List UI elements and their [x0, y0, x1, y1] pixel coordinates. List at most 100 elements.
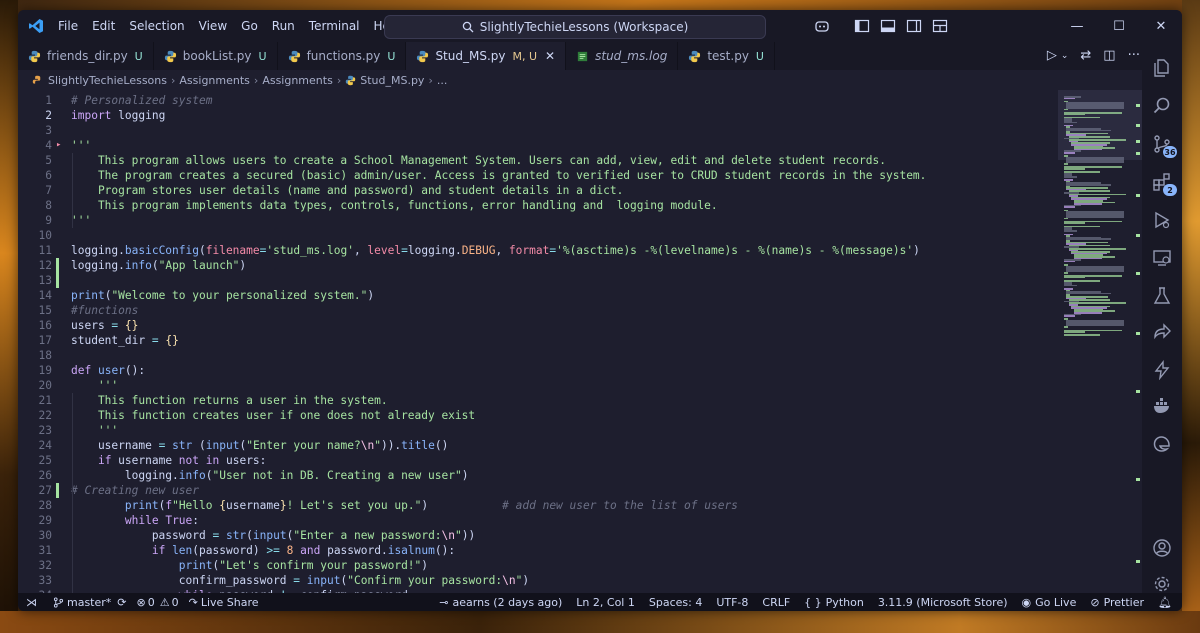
breadcrumb-item[interactable]: ...	[437, 74, 448, 87]
code-line[interactable]: 1 # Personalized system	[18, 93, 1058, 108]
code-line[interactable]: 9 '''	[18, 213, 1058, 228]
code-line[interactable]: 4 ▸ '''	[18, 138, 1058, 153]
breadcrumb-item[interactable]: Stud_MS.py	[360, 74, 424, 87]
prettier-status[interactable]: ⊘ Prettier	[1090, 596, 1144, 609]
run-dropdown-chevron-icon[interactable]: ⌄	[1061, 51, 1069, 63]
settings-gear-icon[interactable]	[1152, 574, 1172, 594]
run-debug-icon[interactable]	[1152, 210, 1172, 230]
code-line[interactable]: 31 if len(password) >= 8 and password.is…	[18, 543, 1058, 558]
code-line[interactable]: 33 confirm_password = input("Confirm you…	[18, 573, 1058, 588]
tab-stud-ms[interactable]: Stud_MS.py M, U ✕	[406, 42, 567, 70]
docker-icon[interactable]	[1152, 396, 1172, 416]
code-line[interactable]: 17 student_dir = {}	[18, 333, 1058, 348]
tab-booklist[interactable]: bookList.py U	[154, 42, 278, 70]
breadcrumb-item[interactable]: Assignments	[179, 74, 250, 87]
code-line[interactable]: 28 print(f"Hello {username}! Let's set y…	[18, 498, 1058, 513]
code-line[interactable]: 30 password = str(input("Enter a new pas…	[18, 528, 1058, 543]
live-share-icon[interactable]	[1152, 322, 1172, 342]
code-line[interactable]: 27 # Creating new user	[18, 483, 1058, 498]
tab-friends-dir[interactable]: friends_dir.py U	[18, 42, 154, 70]
tab-test[interactable]: test.py U	[678, 42, 775, 70]
menu-selection[interactable]: Selection	[129, 19, 184, 33]
code-line[interactable]: 12 logging.info("App launch")	[18, 258, 1058, 273]
code-line[interactable]: 15 #functions	[18, 303, 1058, 318]
go-live[interactable]: ◉ Go Live	[1022, 596, 1077, 609]
code-line[interactable]: 22 This function creates user if one doe…	[18, 408, 1058, 423]
tab-stud-ms-log[interactable]: stud_ms.log	[566, 42, 679, 70]
toggle-primary-sidebar-icon[interactable]	[854, 18, 870, 34]
menu-edit[interactable]: Edit	[92, 19, 115, 33]
code-line[interactable]: 14 print("Welcome to your personalized sy…	[18, 288, 1058, 303]
menu-run[interactable]: Run	[272, 19, 295, 33]
minimize-icon[interactable]: —	[1056, 10, 1098, 42]
code-line[interactable]: 11 logging.basicConfig(filename='stud_ms.…	[18, 243, 1058, 258]
run-python-file-icon[interactable]: ▷	[1047, 48, 1057, 63]
code-line[interactable]: 10	[18, 228, 1058, 243]
encoding[interactable]: UTF-8	[716, 596, 748, 609]
line-number: 8	[45, 199, 52, 212]
code-line[interactable]: 3	[18, 123, 1058, 138]
code-text: print(f"Hello {username}! Let's set you …	[124, 499, 738, 512]
copilot-icon[interactable]	[814, 18, 830, 34]
maximize-icon[interactable]: ☐	[1098, 10, 1140, 42]
indentation[interactable]: Spaces: 4	[649, 596, 702, 609]
edge-devtools-icon[interactable]	[1152, 434, 1172, 454]
live-share-status[interactable]: ↷ Live Share	[189, 596, 259, 609]
split-editor-icon[interactable]: ◫	[1103, 48, 1115, 63]
cursor-position[interactable]: Ln 2, Col 1	[576, 596, 635, 609]
command-center-search[interactable]: SlightlyTechieLessons (Workspace)	[384, 15, 766, 39]
code-line[interactable]: 5 This program allows users to create a …	[18, 153, 1058, 168]
testing-icon[interactable]	[1152, 286, 1172, 306]
breakpoint-marker-icon[interactable]: ▸	[56, 138, 61, 153]
close-tab-icon[interactable]: ✕	[545, 49, 555, 63]
code-line[interactable]: 24 username = str (input("Enter your nam…	[18, 438, 1058, 453]
minimap[interactable]	[1058, 90, 1142, 593]
code-text: print("Let's confirm your password!")	[178, 559, 429, 572]
code-line[interactable]: 29 while True:	[18, 513, 1058, 528]
code-line[interactable]: 16 users = {}	[18, 318, 1058, 333]
menu-file[interactable]: File	[58, 19, 78, 33]
code-line[interactable]: 6 The program creates a secured (basic) …	[18, 168, 1058, 183]
remote-explorer-icon[interactable]	[1152, 248, 1172, 268]
tab-functions[interactable]: functions.py U	[278, 42, 407, 70]
menu-terminal[interactable]: Terminal	[309, 19, 360, 33]
code-line[interactable]: 25 if username not in users:	[18, 453, 1058, 468]
open-changes-icon[interactable]: ⇄	[1080, 48, 1091, 63]
notifications-bell-icon[interactable]: 🔔︎	[1158, 596, 1172, 609]
customize-layout-icon[interactable]	[932, 18, 948, 34]
account-icon[interactable]	[1152, 538, 1172, 558]
code-line[interactable]: 32 print("Let's confirm your password!")	[18, 558, 1058, 573]
explorer-icon[interactable]	[1152, 58, 1172, 78]
end-of-line[interactable]: CRLF	[762, 596, 790, 609]
menu-go[interactable]: Go	[241, 19, 258, 33]
code-line[interactable]: 26 logging.info("User not in DB. Creatin…	[18, 468, 1058, 483]
code-editor[interactable]: 1 # Personalized system 2 import logging 3 4 ▸…	[18, 90, 1058, 593]
branch-indicator[interactable]: master* ⟳	[53, 596, 127, 609]
search-title: SlightlyTechieLessons (Workspace)	[479, 20, 689, 34]
window-controls: — ☐ ✕	[1056, 10, 1182, 42]
more-actions-icon[interactable]: ···	[1128, 48, 1140, 63]
sync-icon[interactable]: ⟳	[117, 596, 126, 609]
code-line[interactable]: 13	[18, 273, 1058, 288]
code-line[interactable]: 8 This program implements data types, co…	[18, 198, 1058, 213]
code-line[interactable]: 18	[18, 348, 1058, 363]
breadcrumb-item[interactable]: SlightlyTechieLessons	[48, 74, 167, 87]
close-window-icon[interactable]: ✕	[1140, 10, 1182, 42]
thunder-client-icon[interactable]	[1152, 360, 1172, 380]
code-line[interactable]: 20 '''	[18, 378, 1058, 393]
code-line[interactable]: 2 import logging	[18, 108, 1058, 123]
problems-indicator[interactable]: ⊗ 0 ⚠ 0	[137, 596, 179, 609]
toggle-secondary-sidebar-icon[interactable]	[906, 18, 922, 34]
toggle-panel-icon[interactable]	[880, 18, 896, 34]
breadcrumb-item[interactable]: Assignments	[262, 74, 333, 87]
language-mode[interactable]: { } Python	[804, 596, 864, 609]
remote-indicator-icon[interactable]: ⋊	[26, 596, 37, 609]
code-line[interactable]: 7 Program stores user details (name and …	[18, 183, 1058, 198]
git-blame[interactable]: ⊸ aearns (2 days ago)	[439, 596, 562, 609]
menu-view[interactable]: View	[199, 19, 227, 33]
python-interpreter[interactable]: 3.11.9 (Microsoft Store)	[878, 596, 1008, 609]
code-line[interactable]: 23 '''	[18, 423, 1058, 438]
code-line[interactable]: 21 This function returns a user in the s…	[18, 393, 1058, 408]
search-icon[interactable]	[1152, 96, 1172, 116]
code-line[interactable]: 19 def user():	[18, 363, 1058, 378]
